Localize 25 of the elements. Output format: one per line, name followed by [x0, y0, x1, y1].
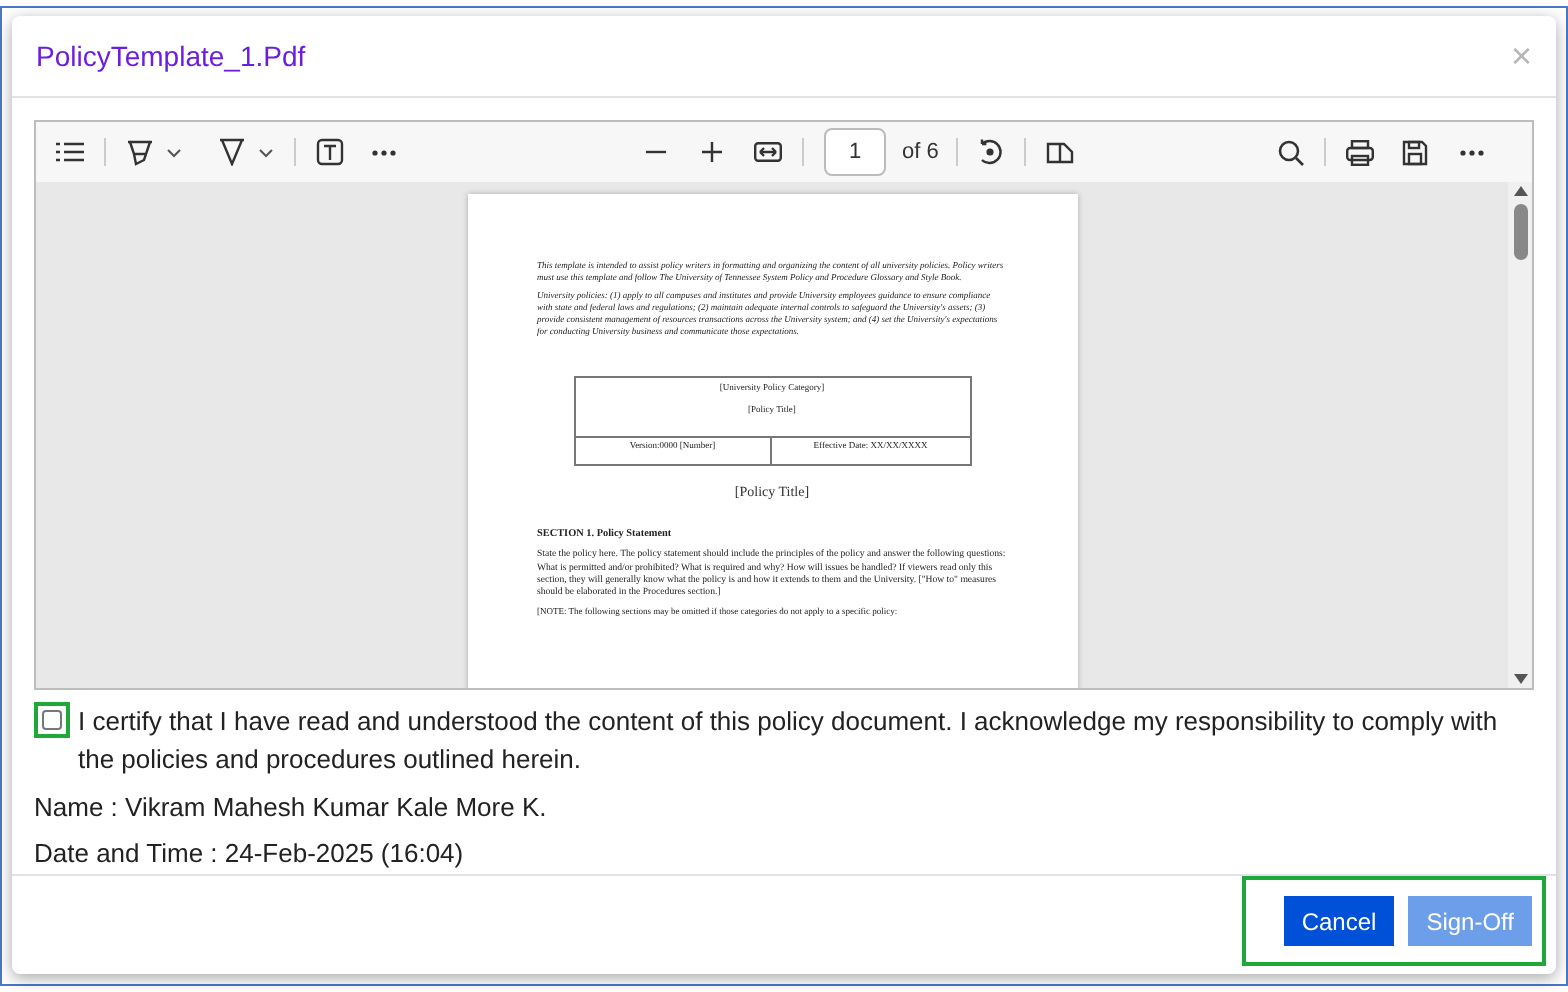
rotate-icon[interactable] [976, 138, 1005, 166]
page-count: of 6 [902, 137, 939, 168]
checkbox[interactable] [42, 710, 62, 730]
dialog-title: PolicyTemplate_1.Pdf [36, 37, 306, 76]
print-icon[interactable] [1346, 139, 1374, 165]
text-box-icon[interactable] [316, 138, 344, 166]
name-text: Name : Vikram Mahesh Kumar Kale More K. [34, 790, 549, 826]
caret-icon[interactable] [258, 147, 274, 157]
list-icon[interactable] [56, 142, 84, 162]
scrollbar-thumb[interactable] [1513, 204, 1527, 260]
search-icon[interactable] [1278, 139, 1304, 165]
date-time-text: Date and Time : 24-Feb-2025 (16:04) [34, 836, 466, 872]
more-icon[interactable] [372, 149, 396, 155]
more-icon[interactable] [1460, 149, 1484, 155]
zoom-in-icon[interactable] [702, 142, 722, 162]
scroll-down-arrow-icon[interactable] [1513, 674, 1527, 684]
certification-text: I certify that I have read and understood the content of this policy document. I acknowledge my responsibility to comply with the policies and procedures outlined herein. [78, 704, 1500, 778]
scroll-up-arrow-icon[interactable] [1513, 186, 1527, 196]
action-button[interactable]: Cancel [1283, 896, 1395, 946]
caret-icon[interactable] [166, 147, 182, 157]
fit-width-icon[interactable] [754, 142, 782, 162]
save-icon[interactable] [1402, 139, 1428, 165]
two-page-icon[interactable] [1046, 141, 1075, 163]
scrollbar[interactable] [1508, 182, 1532, 688]
page-number-field[interactable]: 1 [824, 128, 886, 176]
